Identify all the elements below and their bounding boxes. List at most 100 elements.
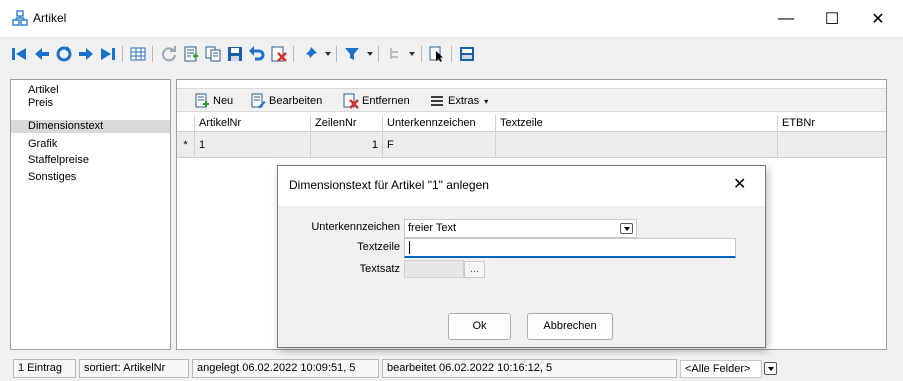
column-header-unterkennzeichen[interactable]: Unterkennzeichen [383, 115, 496, 131]
column-header-artikelnr[interactable]: ArtikelNr [195, 115, 311, 131]
undo-button[interactable] [247, 44, 267, 64]
created-status: angelegt 06.02.2022 10:09:51, 5 [192, 359, 379, 378]
form-icon [460, 47, 474, 61]
sidebar-item-artikel[interactable]: Artikel [11, 84, 170, 97]
table-row[interactable]: * 1 1 F [177, 132, 886, 158]
textsatz-browse-button[interactable]: ... [464, 261, 485, 278]
refresh-record-button[interactable] [54, 44, 74, 64]
cell-textzeile[interactable] [496, 132, 778, 157]
textsatz-label: Textsatz [359, 263, 400, 275]
copy-icon [205, 46, 221, 62]
arrow-left-icon [35, 48, 49, 60]
remove-label: Entfernen [362, 95, 410, 107]
edit-document-icon [251, 93, 266, 109]
next-record-button[interactable] [76, 44, 96, 64]
record-count: 1 Eintrag [13, 359, 76, 378]
rotate-icon [56, 46, 72, 62]
textzeile-label: Textzeile [357, 241, 400, 253]
edit-button[interactable]: Bearbeiten [250, 92, 322, 110]
dialog-title: Dimensionstext für Artikel "1" anlegen [289, 178, 489, 192]
first-record-button[interactable] [9, 44, 29, 64]
text-caret [409, 241, 410, 254]
arrow-right-icon [79, 48, 93, 60]
sidebar-item-sonstiges[interactable]: Sonstiges [11, 171, 170, 184]
delete-document-icon [271, 46, 287, 62]
tree-dropdown-arrow[interactable] [409, 52, 415, 56]
sort-status: sortiert: ArtikelNr [79, 359, 189, 378]
remove-button[interactable]: Entfernen [343, 92, 410, 110]
maximize-button[interactable]: ☐ [809, 0, 855, 38]
extras-menu[interactable]: Extras ▾ [429, 92, 488, 110]
ok-button[interactable]: Ok [448, 313, 511, 340]
undo-icon [249, 46, 265, 61]
table-view-button[interactable] [128, 44, 148, 64]
sidebar-nav: Artikel Preis Dimensionstext Grafik Staf… [10, 79, 171, 350]
pin-dropdown-arrow[interactable] [325, 52, 331, 56]
tree-icon [390, 48, 398, 59]
minimize-button[interactable]: — [763, 0, 809, 38]
new-record-button[interactable] [181, 44, 201, 64]
form-view-button[interactable] [457, 44, 477, 64]
reload-button[interactable] [159, 44, 179, 64]
document-new-icon [184, 46, 198, 62]
select-record-button[interactable] [427, 44, 447, 64]
row-marker-header [177, 115, 195, 131]
extras-dropdown-arrow: ▾ [484, 96, 489, 106]
grid-toolbar: Neu Bearbeiten Entfernen Extras ▾ [177, 88, 886, 112]
cursor-document-icon [429, 46, 443, 62]
remove-icon [343, 93, 359, 109]
cell-artikelnr[interactable]: 1 [195, 132, 311, 157]
new-button[interactable]: Neu [194, 92, 233, 110]
column-header-textzeile[interactable]: Textzeile [496, 115, 778, 131]
field-filter-dropdown-icon[interactable] [764, 362, 777, 375]
status-bar: 1 Eintrag sortiert: ArtikelNr angelegt 0… [0, 356, 903, 381]
dialog-title-bar: Dimensionstext für Artikel "1" anlegen ✕ [278, 166, 765, 206]
delete-record-button[interactable] [269, 44, 289, 64]
save-icon [228, 47, 242, 61]
filter-dropdown-arrow[interactable] [367, 52, 373, 56]
sidebar-item-grafik[interactable]: Grafik [11, 138, 170, 151]
last-record-button[interactable] [98, 44, 118, 64]
column-header-zeilennr[interactable]: ZeilenNr [311, 115, 383, 131]
main-toolbar [0, 38, 903, 70]
last-record-icon [101, 48, 115, 60]
table-icon [130, 47, 146, 61]
pin-icon [303, 47, 317, 61]
column-header-etbnr[interactable]: ETBNr [778, 115, 886, 131]
window-title: Artikel [33, 11, 67, 25]
grid-header-row: ArtikelNr ZeilenNr Unterkennzeichen Text… [177, 115, 886, 132]
unterkennzeichen-select[interactable]: freier Text [404, 219, 637, 238]
cell-etbnr[interactable] [778, 132, 886, 157]
filter-icon [345, 48, 359, 60]
save-button[interactable] [225, 44, 245, 64]
filter-button[interactable] [342, 44, 362, 64]
app-hierarchy-icon [12, 10, 28, 26]
textzeile-input[interactable] [404, 238, 736, 258]
sidebar-item-staffelpreise[interactable]: Staffelpreise [11, 154, 170, 167]
close-window-button[interactable]: ✕ [855, 0, 901, 38]
textsatz-field [404, 260, 464, 278]
sidebar-item-preis[interactable]: Preis [11, 97, 170, 110]
pin-button[interactable] [300, 44, 320, 64]
chevron-down-icon[interactable] [620, 223, 633, 234]
sidebar-item-dimensionstext[interactable]: Dimensionstext [11, 120, 170, 133]
field-filter-select[interactable]: <Alle Felder> [680, 360, 762, 378]
new-row-marker: * [177, 132, 195, 157]
new-label: Neu [213, 95, 234, 107]
cancel-button[interactable]: Abbrechen [527, 313, 613, 340]
edit-label: Bearbeiten [269, 95, 323, 107]
cell-zeilennr[interactable]: 1 [311, 132, 383, 157]
title-bar: Artikel — ☐ ✕ [0, 0, 903, 38]
cell-unterkennzeichen[interactable]: F [383, 132, 496, 157]
edited-status: bearbeitet 06.02.2022 10:16:12, 5 [382, 359, 677, 378]
copy-record-button[interactable] [203, 44, 223, 64]
unterkennzeichen-label: Unterkennzeichen [311, 221, 400, 233]
previous-record-button[interactable] [32, 44, 52, 64]
extras-label: Extras [448, 95, 480, 107]
new-document-icon [195, 93, 209, 108]
tree-view-button[interactable] [385, 44, 405, 64]
hamburger-icon [431, 96, 443, 106]
reload-icon [162, 46, 176, 62]
unterkennzeichen-value: freier Text [408, 222, 457, 234]
dialog-close-button[interactable]: ✕ [733, 174, 746, 194]
